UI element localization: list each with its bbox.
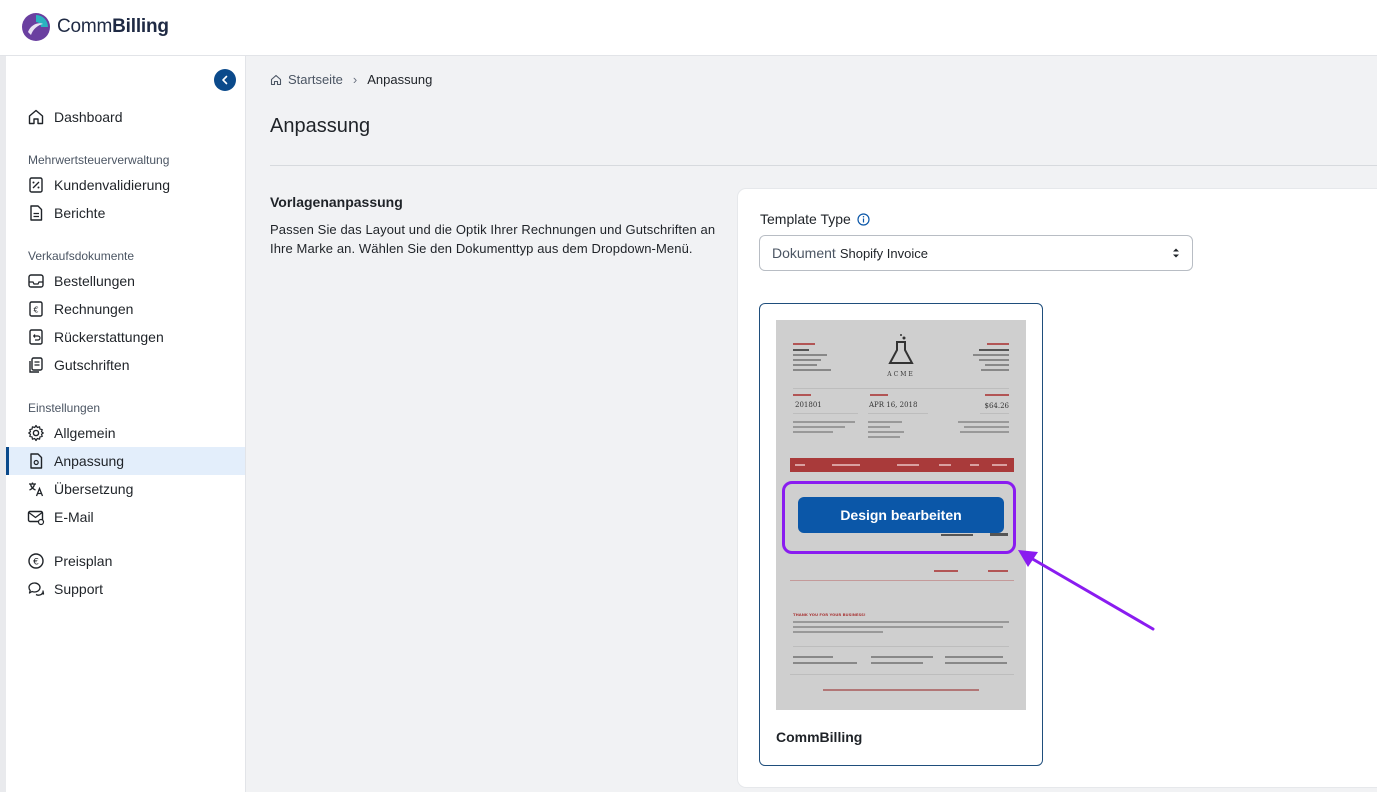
svg-text:€: € [33,306,38,315]
breadcrumb: Startseite › Anpassung [270,72,432,87]
section-label-settings: Einstellungen [28,401,101,415]
sidebar-item-label: Übersetzung [54,481,134,497]
sidebar-item-label: E-Mail [54,509,94,525]
breadcrumb-home-link[interactable]: Startseite [288,72,343,87]
sidebar-item-rueckerstattungen[interactable]: Rückerstattungen [6,323,245,351]
app-logo[interactable]: CommBilling [21,12,169,42]
section-label-sales: Verkaufsdokumente [28,249,135,263]
sidebar-item-label: Rechnungen [54,301,134,317]
document-icon [27,204,45,222]
preview-brand: ACME [886,371,914,378]
document-type-select[interactable]: Dokument Shopify Invoice [759,235,1193,271]
sidebar-item-allgemein[interactable]: Allgemein [6,419,245,447]
sidebar-item-dashboard[interactable]: Dashboard [6,103,245,131]
preview-invoice-number: 201801 [795,401,822,409]
template-type-label-text: Template Type [760,211,851,227]
mail-settings-icon [27,508,45,526]
chevron-right-icon: › [352,72,358,87]
section-label-vat: Mehrwertsteuerverwaltung [28,153,170,167]
home-icon [270,74,282,85]
sidebar-item-label: Support [54,581,104,597]
info-icon[interactable] [857,212,870,226]
template-type-label: Template Type [760,211,870,227]
preview-amount: $64.26 [985,402,1010,410]
sidebar-item-kundenvalidierung[interactable]: Kundenvalidierung [6,171,245,199]
sidebar-item-label: Kundenvalidierung [54,177,170,193]
page-title: Anpassung [270,115,371,137]
sidebar-item-preisplan[interactable]: € Preisplan [6,547,245,575]
refund-icon [27,328,45,346]
section-description: Passen Sie das Layout und die Optik Ihre… [270,222,716,256]
section-title: Vorlagenanpassung [270,194,403,210]
preview-date: APR 16, 2018 [868,401,917,409]
chat-icon [27,580,45,598]
sidebar: Dashboard Mehrwertsteuerverwaltung Kunde… [6,56,246,792]
logo-icon [22,13,50,41]
sidebar-item-label: Allgemein [54,425,116,441]
euro-circle-icon: € [27,552,45,570]
top-bar: CommBilling [0,0,1377,56]
select-value: Shopify Invoice [839,245,928,261]
annotation-arrow-icon [1018,550,1155,631]
sidebar-item-uebersetzung[interactable]: Übersetzung [6,475,245,503]
logo-text: CommBilling [57,16,169,37]
breadcrumb-current: Anpassung [367,72,433,87]
sidebar-item-email[interactable]: E-Mail [6,503,245,531]
sidebar-item-label: Gutschriften [54,357,130,373]
sidebar-item-label: Anpassung [54,453,125,469]
divider [270,165,1377,166]
select-prefix: Dokument [772,245,836,261]
percent-receipt-icon [27,176,45,194]
sidebar-item-gutschriften[interactable]: Gutschriften [6,351,245,379]
sidebar-item-bestellungen[interactable]: Bestellungen [6,267,245,295]
credit-note-icon [27,356,45,374]
sidebar-item-label: Berichte [54,205,106,221]
sidebar-item-berichte[interactable]: Berichte [6,199,245,227]
chevron-left-icon [222,75,228,85]
collapse-sidebar-button[interactable] [214,69,236,91]
preview-thanks: THANK YOU FOR YOUR BUSINESS! [793,612,866,617]
sidebar-item-label: Dashboard [54,109,123,125]
select-arrows-icon [1173,248,1179,258]
home-icon [27,108,45,126]
sidebar-item-label: Bestellungen [54,273,135,289]
customize-document-icon [27,452,45,470]
sidebar-item-support[interactable]: Support [6,575,245,603]
highlight-annotation [782,481,1016,554]
inbox-icon [27,272,45,290]
gear-icon [27,424,45,442]
svg-text:€: € [33,558,39,568]
translate-icon [27,480,45,498]
sidebar-item-rechnungen[interactable]: € Rechnungen [6,295,245,323]
sidebar-item-label: Preisplan [54,553,113,569]
sidebar-item-label: Rückerstattungen [54,329,164,345]
euro-receipt-icon: € [27,300,45,318]
template-name: CommBilling [776,729,863,745]
sidebar-item-anpassung[interactable]: Anpassung [6,447,245,475]
